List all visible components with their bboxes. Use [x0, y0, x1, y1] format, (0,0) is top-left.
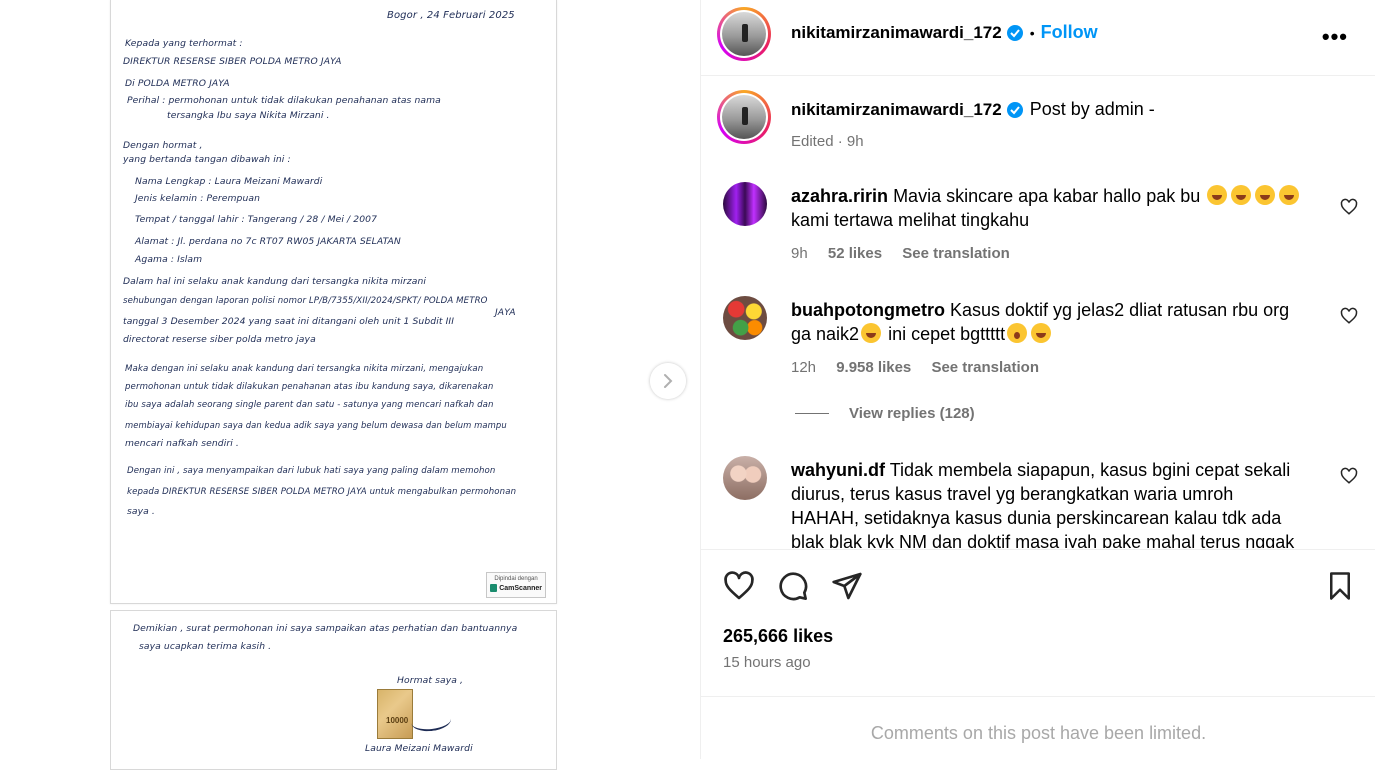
letter-line: Nama Lengkap : Laura Meizani Mawardi: [135, 176, 323, 187]
letter-line: Dengan ini , saya menyampaikan dari lubu…: [127, 466, 496, 476]
revenue-stamp: 10000: [377, 689, 413, 739]
laughing-emoji-icon: [1279, 185, 1300, 205]
separator-dot: •: [1029, 24, 1035, 41]
camscanner-logo-icon: [490, 584, 498, 592]
letter-line: Tempat / tanggal lahir : Tangerang / 28 …: [135, 214, 378, 225]
laughing-emoji-icon: [1231, 185, 1252, 205]
more-options-icon[interactable]: •••: [1322, 24, 1348, 50]
comment-text: Kasus doktif yg jelas2 dliat ratusan rbu…: [950, 300, 1290, 320]
caption-text: Post by admin -: [1029, 99, 1155, 119]
author-username[interactable]: nikitamirzanimawardi_172: [791, 23, 1002, 43]
post-sidebar: nikitamirzanimawardi_172 • Follow ••• ni…: [700, 0, 1375, 759]
letter-line: Kepada yang terhormat :: [125, 38, 243, 49]
laughing-emoji-icon: [1255, 185, 1276, 205]
comment-username[interactable]: azahra.ririn: [791, 186, 888, 206]
comment-username[interactable]: wahyuni.df: [791, 460, 885, 480]
post-actions: 265,666 likes 15 hours ago: [701, 549, 1375, 696]
letter-line: tanggal 3 Desember 2024 yang saat ini di…: [123, 316, 455, 327]
letter-page-2: Demikian , surat permohonan ini saya sam…: [110, 610, 557, 770]
commenter-avatar[interactable]: [723, 456, 767, 500]
letter-line: Dalam hal ini selaku anak kandung dari t…: [123, 276, 427, 287]
comment-text: HAHAH, setidaknya kasus dunia perskincar…: [791, 508, 1282, 528]
astonished-emoji-icon: [1007, 323, 1028, 343]
post-timestamp[interactable]: 15 hours ago: [723, 654, 811, 671]
comment-text: ga naik2: [791, 324, 860, 344]
letter-line: ibu saya adalah seorang single parent da…: [125, 400, 494, 410]
laughing-emoji-icon: [861, 323, 882, 343]
comment-like-heart-icon[interactable]: [1340, 198, 1358, 216]
letter-line: JAYA: [495, 307, 516, 318]
letter-line: mencari nafkah sendiri .: [125, 438, 239, 449]
letter-line: DIREKTUR RESERSE SIBER POLDA METRO JAYA: [123, 56, 342, 67]
comment-like-heart-icon[interactable]: [1340, 307, 1358, 325]
heart-icon[interactable]: [723, 570, 755, 602]
laughing-emoji-icon: [1207, 185, 1228, 205]
post-media-area: Bogor , 24 Februari 2025 Kepada yang ter…: [0, 0, 700, 770]
bookmark-icon[interactable]: [1325, 570, 1355, 602]
letter-page-1: Bogor , 24 Februari 2025 Kepada yang ter…: [110, 0, 557, 604]
laughing-emoji-icon: [1031, 323, 1052, 343]
commenter-avatar[interactable]: [723, 296, 767, 340]
letter-line: Dengan hormat ,: [123, 140, 203, 151]
replies-divider: [795, 413, 829, 414]
letter-line: membiayai kehidupan saya dan kedua adik …: [125, 420, 507, 430]
signature: [410, 708, 452, 734]
comment-like-heart-icon[interactable]: [1340, 467, 1358, 485]
letter-line: Hormat saya ,: [397, 675, 464, 686]
likes-count[interactable]: 265,666 likes: [723, 626, 833, 647]
comment-time: 12h: [791, 359, 817, 376]
post-header: nikitamirzanimawardi_172 • Follow •••: [701, 0, 1375, 76]
camscanner-badge: Dipindai dengan CamScanner: [486, 572, 546, 598]
scanner-brand: CamScanner: [499, 584, 542, 592]
share-icon[interactable]: [831, 570, 863, 602]
next-media-button[interactable]: [650, 363, 686, 399]
letter-line: Demikian , surat permohonan ini saya sam…: [133, 623, 518, 634]
letter-line: Alamat : Jl. perdana no 7c RT07 RW05 JAK…: [135, 236, 401, 247]
comments-scroll-area[interactable]: nikitamirzanimawardi_172 Post by admin -…: [701, 78, 1375, 548]
comments-limited-notice: Comments on this post have been limited.: [701, 696, 1375, 759]
letter-line: saya .: [127, 506, 155, 517]
comment-text: ini cepet bgttttt: [888, 324, 1006, 344]
verified-icon: [1006, 24, 1023, 41]
letter-date: Bogor , 24 Februari 2025: [387, 10, 515, 21]
letter-line: Perihal : permohonan untuk tidak dilakuk…: [127, 95, 441, 106]
letter-line: saya ucapkan terima kasih .: [139, 641, 272, 652]
see-translation-link[interactable]: See translation: [902, 245, 1010, 262]
letter-line: kepada DIREKTUR RESERSE SIBER POLDA METR…: [127, 487, 517, 497]
comment-likes[interactable]: 9.958 likes: [836, 359, 911, 376]
comment-likes[interactable]: 52 likes: [828, 245, 882, 262]
letter-line: Laura Meizani Mawardi: [365, 743, 473, 754]
scanner-caption: Dipindai dengan: [494, 576, 538, 582]
letter-line: Jenis kelamin : Perempuan: [135, 193, 261, 204]
comment-text: blak blak kyk NM dan doktif masa iyah pa…: [791, 532, 1295, 548]
see-translation-link[interactable]: See translation: [931, 359, 1039, 376]
chevron-right-icon: [664, 374, 673, 388]
stamp-value: 10000: [386, 716, 409, 725]
verified-icon: [1006, 101, 1023, 118]
letter-line: permohonan untuk tidak dilakukan penahan…: [125, 382, 494, 392]
view-replies-button[interactable]: View replies (128): [795, 405, 975, 422]
letter-line: sehubungan dengan laporan polisi nomor L…: [123, 296, 488, 306]
commenter-avatar[interactable]: [723, 182, 767, 226]
author-avatar[interactable]: [717, 7, 771, 61]
letter-line: Di POLDA METRO JAYA: [125, 78, 230, 89]
follow-button[interactable]: Follow: [1041, 22, 1098, 43]
comment-time: 9h: [791, 245, 808, 262]
comment-text: diurus, terus kasus travel yg berangkatk…: [791, 484, 1234, 504]
comment-text: kami tertawa melihat tingkahu: [791, 210, 1030, 230]
letter-line: tersangka Ibu saya Nikita Mirzani .: [167, 110, 330, 121]
comment-text: Tidak membela siapapun, kasus bgini cepa…: [889, 460, 1291, 480]
letter-line: yang bertanda tangan dibawah ini :: [123, 154, 291, 165]
caption-avatar[interactable]: [717, 90, 771, 144]
comment-text: Mavia skincare apa kabar hallo pak bu: [893, 186, 1201, 206]
comment-icon[interactable]: [777, 570, 809, 602]
letter-line: Maka dengan ini selaku anak kandung dari…: [125, 364, 484, 374]
view-replies-label: View replies (128): [849, 405, 975, 422]
caption-meta: Edited · 9h: [791, 133, 864, 150]
letter-line: Agama : Islam: [135, 254, 203, 265]
comment-username[interactable]: buahpotongmetro: [791, 300, 945, 320]
letter-line: directorat reserse siber polda metro jay…: [123, 334, 316, 345]
caption-username[interactable]: nikitamirzanimawardi_172: [791, 100, 1002, 120]
